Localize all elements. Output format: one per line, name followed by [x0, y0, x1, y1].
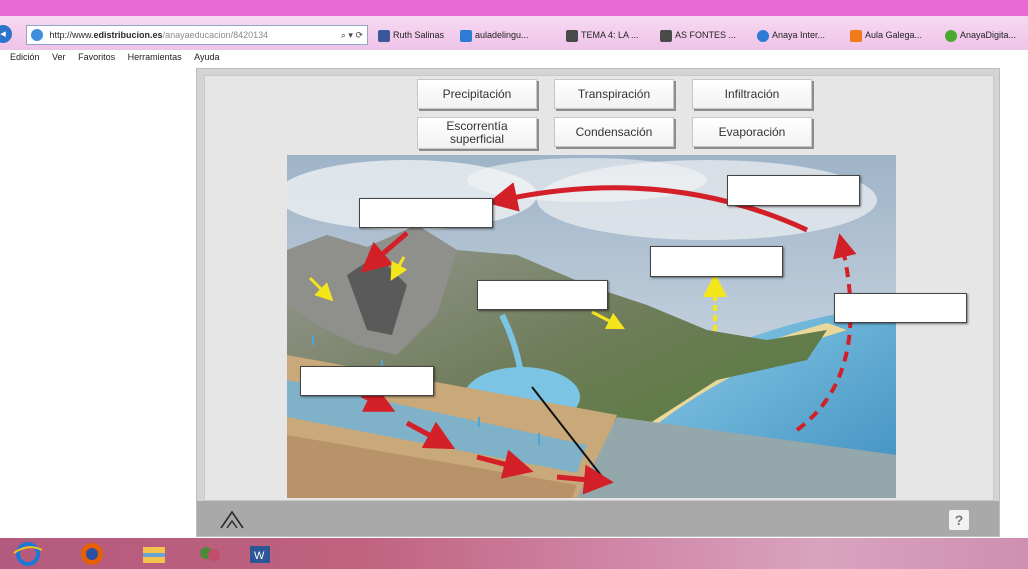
url-tools-icon[interactable]: ⌕ ▾ ⟳ — [341, 26, 363, 44]
term-infiltracion[interactable]: Infiltración — [692, 79, 812, 109]
menu-herramientas[interactable]: Herramientas — [128, 50, 182, 64]
favorite-auladelingu[interactable]: auladelingu... — [460, 27, 529, 43]
menu-bar: Edición Ver Favoritos Herramientas Ayuda — [0, 50, 1028, 64]
site-icon — [31, 29, 43, 41]
menu-edicion[interactable]: Edición — [10, 50, 40, 64]
favorite-ruth-salinas[interactable]: Ruth Salinas — [378, 27, 444, 43]
help-button[interactable]: ? — [949, 510, 969, 530]
file-explorer-icon[interactable] — [134, 541, 174, 567]
favorite-aula-galega[interactable]: Aula Galega... — [850, 27, 922, 43]
favorite-anaya-inter[interactable]: Anaya Inter... — [757, 27, 825, 43]
favorite-tema4[interactable]: TEMA 4: LA ... — [566, 27, 639, 43]
term-condensacion[interactable]: Condensación — [554, 117, 674, 147]
taskbar: W — [0, 538, 1028, 569]
favorite-anayadigital[interactable]: AnayaDigita... — [945, 27, 1016, 43]
favorite-as-fontes[interactable]: AS FONTES ... — [660, 27, 736, 43]
word-icon[interactable]: W — [240, 541, 280, 567]
menu-favoritos[interactable]: Favoritos — [78, 50, 115, 64]
drop-box-evaporation-area[interactable] — [834, 293, 967, 323]
back-button[interactable]: ◂ — [0, 25, 12, 43]
address-bar[interactable]: http://www.edistribucion.es/anayaeducaci… — [26, 25, 368, 45]
internet-explorer-icon[interactable] — [8, 541, 48, 567]
drop-box-transpiration-area[interactable] — [650, 246, 783, 277]
drop-box-infiltration-area[interactable] — [300, 366, 434, 396]
drop-box-condensation-area[interactable] — [727, 175, 860, 206]
window-top-band — [0, 0, 1028, 16]
menu-ver[interactable]: Ver — [52, 50, 66, 64]
activity-footer — [197, 501, 999, 536]
term-evaporacion[interactable]: Evaporación — [692, 117, 812, 147]
menu-ayuda[interactable]: Ayuda — [194, 50, 219, 64]
address-toolbar: ◂ http://www.edistribucion.es/anayaeduca… — [0, 16, 1028, 51]
term-escorrentia-superficial[interactable]: Escorrentía superficial — [417, 117, 537, 149]
photos-icon[interactable] — [190, 541, 230, 567]
firefox-icon[interactable] — [72, 541, 112, 567]
term-transpiracion[interactable]: Transpiración — [554, 79, 674, 109]
anaya-logo-icon — [220, 510, 244, 529]
word-icon-label: W — [254, 550, 265, 562]
url-text: http://www.edistribucion.es/anayaeducaci… — [49, 30, 269, 40]
drop-box-runoff-area[interactable] — [477, 280, 608, 310]
term-precipitacion[interactable]: Precipitación — [417, 79, 537, 109]
drop-box-precipitation-area[interactable] — [359, 198, 493, 228]
